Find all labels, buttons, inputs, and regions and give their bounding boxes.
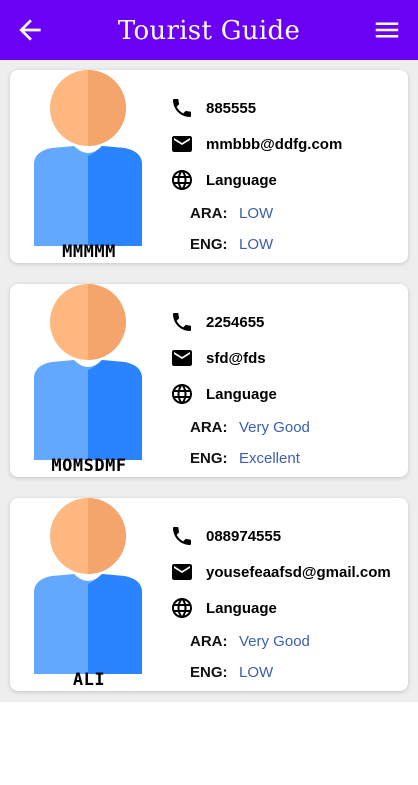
- email-row[interactable]: yousefeaafsd@gmail.com: [170, 554, 405, 590]
- guide-info: 088974555 yousefeaafsd@gmail.com Languag…: [170, 518, 405, 688]
- language-row: Language: [170, 376, 405, 412]
- language-label: Language: [206, 171, 277, 189]
- language-code: ENG:: [190, 664, 228, 681]
- phone-row[interactable]: 885555: [170, 90, 405, 126]
- list-item: ALI 088974555 yousefeaafsd@gmail.com Lan…: [0, 488, 418, 702]
- guide-name: MMMMM: [62, 242, 116, 262]
- language-level: Excellent: [239, 450, 300, 467]
- mail-icon: [172, 564, 192, 580]
- language-entry-eng: ENG: Excellent: [170, 443, 405, 474]
- language-entry-ara: ARA: Very Good: [170, 626, 405, 657]
- email-address: mmbbb@ddfg.com: [206, 135, 343, 153]
- phone-number: 2254655: [206, 313, 265, 331]
- language-level: LOW: [239, 236, 274, 253]
- language-level: LOW: [239, 664, 274, 681]
- user-avatar-icon: [34, 498, 142, 674]
- globe-icon: [172, 598, 192, 618]
- language-label: Language: [206, 385, 277, 403]
- language-entry-eng: ENG: LOW: [170, 657, 405, 688]
- email-row[interactable]: sfd@fds: [170, 340, 405, 376]
- guide-list: MMMMM 885555 mmbbb@ddfg.com Language ARA…: [0, 60, 418, 702]
- language-code: ARA:: [190, 633, 228, 650]
- phone-row[interactable]: 088974555: [170, 518, 405, 554]
- phone-number: 088974555: [206, 527, 282, 545]
- language-code: ENG:: [190, 236, 228, 253]
- guide-card[interactable]: MMMMM 885555 mmbbb@ddfg.com Language ARA…: [10, 70, 408, 263]
- phone-row[interactable]: 2254655: [170, 304, 405, 340]
- phone-icon: [173, 99, 191, 117]
- list-item: MOMSDMF 2254655 sfd@fds Language ARA: Ve…: [0, 274, 418, 488]
- language-code: ARA:: [190, 205, 228, 222]
- language-code: ARA:: [190, 419, 228, 436]
- language-code: ENG:: [190, 450, 228, 467]
- email-row[interactable]: mmbbb@ddfg.com: [170, 126, 405, 162]
- arrow-left-icon[interactable]: [14, 14, 46, 46]
- language-level: Very Good: [239, 419, 310, 436]
- guide-info: 2254655 sfd@fds Language ARA: Very Good …: [170, 304, 405, 474]
- page-title: Tourist Guide: [117, 16, 301, 46]
- language-label: Language: [206, 599, 277, 617]
- phone-number: 885555: [206, 99, 257, 117]
- hamburger-menu-icon[interactable]: [372, 15, 402, 45]
- guide-card[interactable]: ALI 088974555 yousefeaafsd@gmail.com Lan…: [10, 498, 408, 691]
- guide-card[interactable]: MOMSDMF 2254655 sfd@fds Language ARA: Ve…: [10, 284, 408, 477]
- mail-icon: [172, 350, 192, 366]
- language-level: LOW: [239, 205, 274, 222]
- user-avatar-icon: [34, 70, 142, 246]
- globe-icon: [172, 170, 192, 190]
- email-address: sfd@fds: [206, 349, 266, 367]
- phone-icon: [173, 313, 191, 331]
- language-entry-ara: ARA: LOW: [170, 198, 405, 229]
- globe-icon: [172, 384, 192, 404]
- list-item: MMMMM 885555 mmbbb@ddfg.com Language ARA…: [0, 60, 418, 274]
- language-entry-ara: ARA: Very Good: [170, 412, 405, 443]
- app-bar: Tourist Guide: [0, 0, 418, 60]
- phone-icon: [173, 527, 191, 545]
- guide-name: MOMSDMF: [51, 456, 127, 476]
- mail-icon: [172, 136, 192, 152]
- language-row: Language: [170, 590, 405, 626]
- language-entry-eng: ENG: LOW: [170, 229, 405, 260]
- email-address: yousefeaafsd@gmail.com: [206, 563, 391, 581]
- user-avatar-icon: [34, 284, 142, 460]
- language-row: Language: [170, 162, 405, 198]
- language-level: Very Good: [239, 633, 310, 650]
- guide-name: ALI: [72, 670, 106, 690]
- guide-info: 885555 mmbbb@ddfg.com Language ARA: LOW …: [170, 90, 405, 260]
